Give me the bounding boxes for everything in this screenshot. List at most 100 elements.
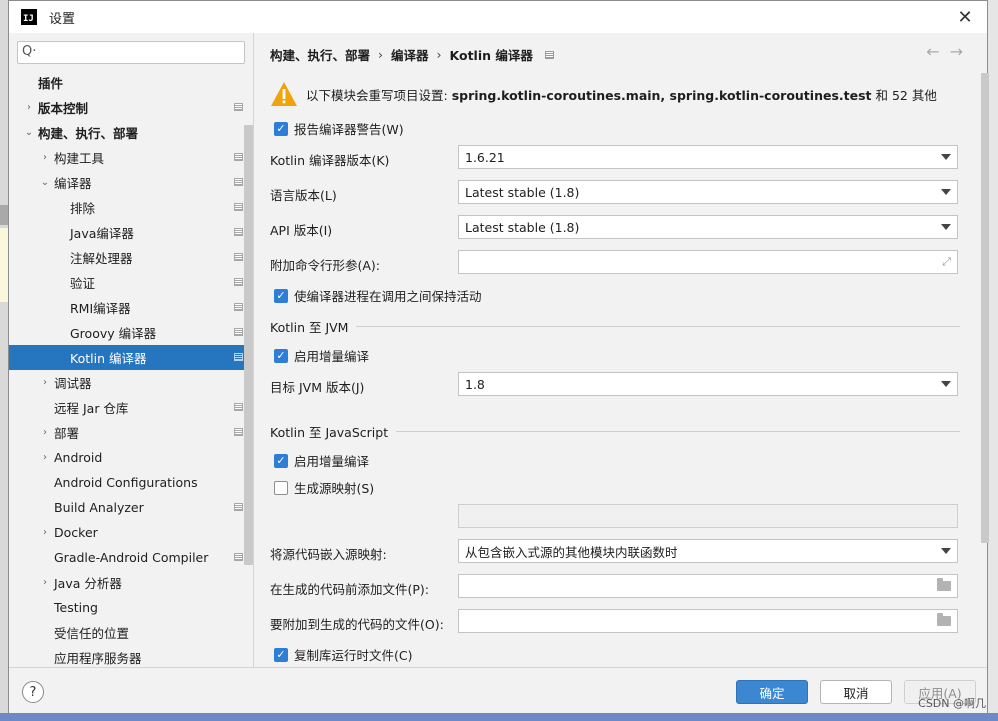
postfix-file-input[interactable] — [458, 609, 958, 633]
chevron-right-icon[interactable]: › — [39, 377, 51, 388]
tree-item[interactable]: Groovy 编译器 — [9, 320, 253, 345]
intellij-logo-icon: IJ — [21, 9, 37, 25]
tree-item[interactable]: › 调试器 — [9, 370, 253, 395]
tree-item[interactable]: Build Analyzer — [9, 495, 253, 520]
copy-runtime-checkbox[interactable]: ✓ 复制库运行时文件(C) — [274, 645, 412, 664]
tree-item[interactable]: 应用程序服务器 — [9, 645, 253, 667]
tree-item[interactable]: Gradle-Android Compiler — [9, 545, 253, 570]
settings-tree: 插件 › 版本控制 ⌄ 构建、执行、部署 › 构建工具 ⌄ 编译器 排除 Java编译器 注解处理器验… — [9, 70, 253, 667]
chevron-right-icon[interactable]: › — [39, 152, 51, 163]
js-incremental-checkbox[interactable]: ✓ 启用增量编译 — [274, 451, 369, 470]
checkbox-checked-icon[interactable]: ✓ — [274, 288, 288, 303]
tree-item-label: Docker — [54, 525, 98, 540]
warning-text: 以下模块会重写项目设置: spring.kotlin-coroutines.ma… — [306, 87, 937, 103]
tree-item[interactable]: › 构建工具 — [9, 145, 253, 170]
section-kotlin-jvm: Kotlin 至 JVM — [270, 317, 960, 336]
tree-item-label: 应用程序服务器 — [54, 651, 142, 666]
tree-item[interactable]: ⌄ 编译器 — [9, 170, 253, 195]
cancel-button[interactable]: 取消 — [820, 680, 892, 704]
tree-item[interactable]: 排除 — [9, 195, 253, 220]
sidebar-scrollbar[interactable] — [244, 125, 253, 565]
content-scrollbar[interactable] — [981, 73, 989, 543]
warning-modules-link[interactable]: spring.kotlin-coroutines.main, spring.ko… — [452, 88, 872, 103]
tree-item-label: 注解处理器 — [70, 251, 133, 266]
folder-icon[interactable] — [937, 578, 951, 591]
breadcrumb-item[interactable]: 构建、执行、部署 — [270, 45, 370, 64]
close-icon[interactable]: ✕ — [953, 5, 977, 29]
tree-item[interactable]: Java编译器 — [9, 220, 253, 245]
tree-item-label: RMI编译器 — [70, 301, 131, 316]
project-level-icon — [234, 228, 243, 236]
breadcrumb-current: Kotlin 编译器 — [449, 48, 533, 63]
language-version-select[interactable]: Latest stable (1.8) — [458, 180, 958, 204]
tree-item-label: Java 分析器 — [54, 576, 122, 591]
checkbox-checked-icon[interactable]: ✓ — [274, 647, 288, 662]
project-level-icon — [234, 353, 243, 361]
background-taskbar — [0, 713, 998, 721]
section-title: Kotlin 至 JVM — [270, 320, 349, 335]
checkbox-unchecked-icon[interactable] — [274, 480, 288, 495]
project-level-icon — [234, 328, 243, 336]
back-arrow-icon[interactable]: ← — [926, 42, 949, 61]
keep-daemon-checkbox[interactable]: ✓ 使编译器进程在调用之间保持活动 — [274, 286, 482, 305]
api-version-select[interactable]: Latest stable (1.8) — [458, 215, 958, 239]
embed-sources-label: 将源代码嵌入源映射: — [270, 547, 387, 562]
prefix-file-label: 在生成的代码前添加文件(P): — [270, 582, 430, 597]
project-level-icon — [234, 153, 243, 161]
tree-item[interactable]: ⌄ 构建、执行、部署 — [9, 120, 253, 145]
tree-item[interactable]: RMI编译器 — [9, 295, 253, 320]
background-stripe — [0, 205, 8, 225]
source-map-prefix-input — [458, 504, 958, 528]
forward-arrow-icon[interactable]: → — [950, 42, 973, 61]
extra-args-input[interactable]: ⤢ — [458, 250, 958, 274]
tree-item[interactable]: Testing — [9, 595, 253, 620]
compiler-version-select[interactable]: 1.6.21 — [458, 145, 958, 169]
tree-item-label: Java编译器 — [70, 226, 134, 241]
tree-item[interactable]: › 版本控制 — [9, 95, 253, 120]
tree-item-label: 部署 — [54, 426, 80, 441]
divider — [396, 431, 960, 432]
compiler-version-value: 1.6.21 — [465, 149, 505, 165]
warning-icon — [270, 81, 300, 107]
expand-icon[interactable]: ⤢ — [942, 255, 951, 269]
embed-sources-select[interactable]: 从包含嵌入式源的其他模块内联函数时 — [458, 539, 958, 563]
tree-item[interactable]: › Android — [9, 445, 253, 470]
prefix-file-input[interactable] — [458, 574, 958, 598]
search-icon: Q· — [22, 44, 37, 59]
checkbox-label: 使编译器进程在调用之间保持活动 — [294, 289, 482, 304]
report-warnings-checkbox[interactable]: ✓ 报告编译器警告(W) — [274, 119, 404, 138]
help-icon[interactable]: ? — [22, 681, 44, 703]
chevron-right-icon[interactable]: › — [23, 102, 35, 113]
tree-item[interactable]: 受信任的位置 — [9, 620, 253, 645]
jvm-target-select[interactable]: 1.8 — [458, 372, 958, 396]
tree-item[interactable]: 注解处理器 — [9, 245, 253, 270]
ok-button[interactable]: 确定 — [736, 680, 808, 704]
chevron-right-icon[interactable]: › — [39, 452, 51, 463]
tree-item[interactable]: › 部署 — [9, 420, 253, 445]
source-maps-checkbox[interactable]: 生成源映射(S) — [274, 478, 374, 497]
chevron-down-icon[interactable]: ⌄ — [39, 177, 51, 188]
folder-icon[interactable] — [937, 613, 951, 626]
tree-item[interactable]: Kotlin 编译器 — [9, 345, 253, 370]
chevron-down-icon — [941, 548, 951, 554]
chevron-right-icon[interactable]: › — [39, 427, 51, 438]
tree-item[interactable]: › Java 分析器 — [9, 570, 253, 595]
tree-item[interactable]: 远程 Jar 仓库 — [9, 395, 253, 420]
checkbox-checked-icon[interactable]: ✓ — [274, 348, 288, 363]
checkbox-label: 启用增量编译 — [294, 454, 370, 469]
tree-item[interactable]: 插件 — [9, 70, 253, 95]
tree-item-label: 编译器 — [54, 176, 92, 191]
project-level-icon — [234, 503, 243, 511]
breadcrumb-item[interactable]: 编译器 — [391, 45, 429, 64]
search-input[interactable]: Q· — [17, 41, 245, 64]
chevron-down-icon[interactable]: ⌄ — [23, 127, 35, 138]
jvm-incremental-checkbox[interactable]: ✓ 启用增量编译 — [274, 346, 369, 365]
tree-item[interactable]: 验证 — [9, 270, 253, 295]
checkbox-checked-icon[interactable]: ✓ — [274, 453, 288, 468]
tree-item[interactable]: › Docker — [9, 520, 253, 545]
chevron-right-icon[interactable]: › — [39, 527, 51, 538]
dialog-footer: ? 确定 取消 应用(A) — [9, 667, 987, 713]
tree-item[interactable]: Android Configurations — [9, 470, 253, 495]
checkbox-checked-icon[interactable]: ✓ — [274, 121, 288, 136]
chevron-right-icon[interactable]: › — [39, 577, 51, 588]
